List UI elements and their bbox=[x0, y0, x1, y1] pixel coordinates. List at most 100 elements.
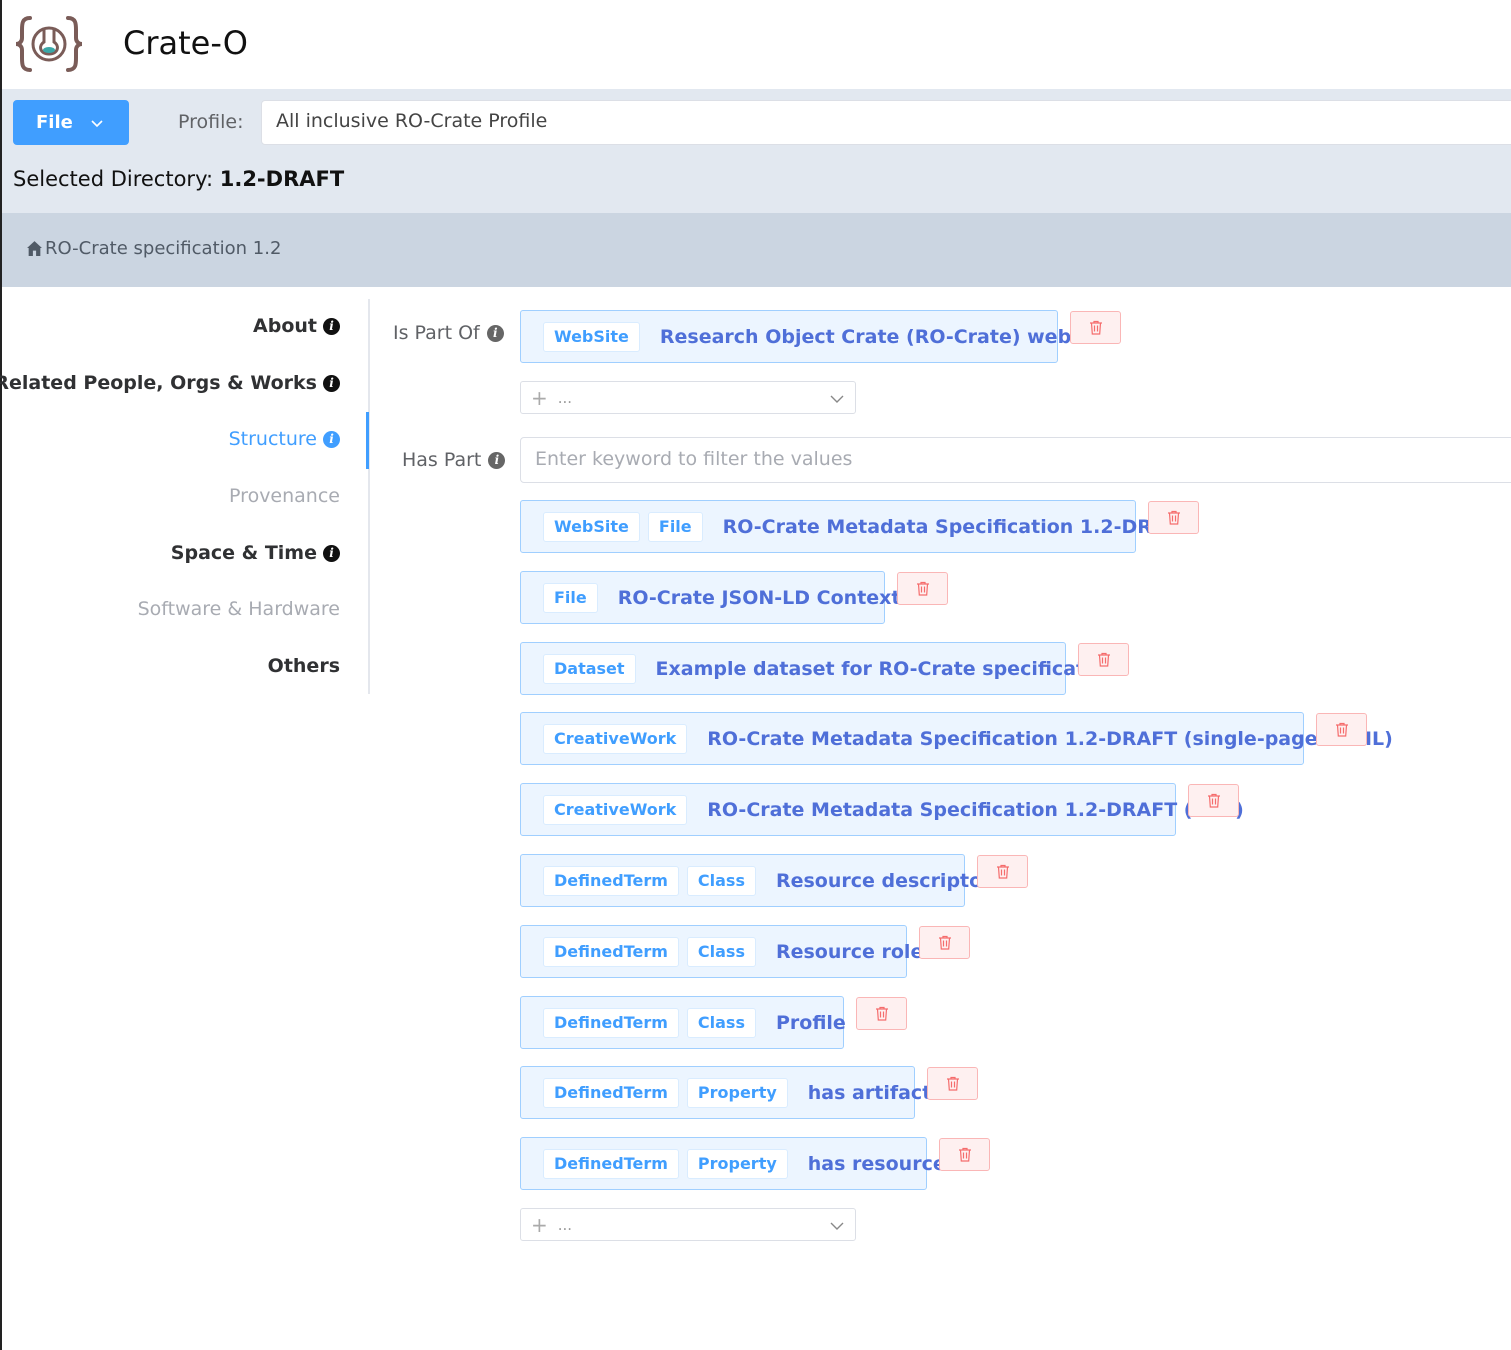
trash-icon bbox=[875, 1006, 888, 1021]
sidebar-item-label: Provenance bbox=[229, 485, 340, 507]
trash-icon bbox=[996, 864, 1009, 879]
has-part-entity[interactable]: DefinedTerm Property has artifact bbox=[520, 1066, 931, 1119]
sidebar-item-related-people[interactable]: Related People, Orgs & Works i bbox=[0, 372, 340, 394]
entity-type-tag: CreativeWork bbox=[543, 723, 688, 754]
info-icon[interactable]: i bbox=[486, 324, 504, 342]
home-icon bbox=[27, 241, 42, 256]
has-part-entity[interactable]: DefinedTerm Class Resource role bbox=[520, 925, 923, 978]
profile-select[interactable]: All inclusive RO-Crate Profile bbox=[261, 100, 1511, 145]
info-icon[interactable]: i bbox=[323, 374, 340, 392]
entity-type-tag: DefinedTerm bbox=[543, 1007, 679, 1038]
delete-button[interactable] bbox=[1070, 311, 1121, 344]
has-part-entity[interactable]: DefinedTerm Property has resource bbox=[520, 1137, 946, 1190]
has-part-entity[interactable]: DefinedTerm Class Profile bbox=[520, 996, 846, 1049]
trash-icon bbox=[1207, 793, 1220, 808]
entity-name: Profile bbox=[775, 1011, 846, 1034]
entity-type-tag: DefinedTerm bbox=[543, 865, 679, 896]
delete-button[interactable] bbox=[939, 1138, 990, 1171]
trash-icon bbox=[1335, 722, 1348, 737]
selected-directory: Selected Directory: 1.2-DRAFT bbox=[13, 167, 344, 191]
file-menu-button[interactable]: File bbox=[13, 100, 129, 145]
has-part-entity[interactable]: DefinedTerm Class Resource descriptor bbox=[520, 854, 992, 907]
breadcrumb-item-root[interactable]: RO-Crate specification 1.2 bbox=[26, 238, 281, 259]
toolbar: File Profile: All inclusive RO-Crate Pro… bbox=[2, 89, 1511, 213]
breadcrumb: RO-Crate specification 1.2 bbox=[2, 213, 1511, 287]
has-part-entity[interactable]: CreativeWork RO-Crate Metadata Specificat… bbox=[520, 712, 1393, 765]
info-icon[interactable]: i bbox=[323, 317, 340, 335]
entity-name: has resource bbox=[807, 1152, 946, 1175]
entity-name: Resource role bbox=[775, 940, 924, 963]
entity-name: Example dataset for RO-Crate specificati… bbox=[655, 657, 1119, 680]
is-part-of-entity[interactable]: WebSite Research Object Crate (RO-Crate)… bbox=[520, 310, 1111, 363]
selected-directory-value: 1.2-DRAFT bbox=[219, 167, 345, 191]
sidebar-item-provenance[interactable]: Provenance bbox=[229, 485, 340, 507]
has-part-entity[interactable]: CreativeWork RO-Crate Metadata Specificat… bbox=[520, 783, 1244, 836]
profile-label: Profile: bbox=[178, 111, 244, 133]
chevron-down-icon bbox=[91, 119, 103, 127]
trash-icon bbox=[1089, 320, 1102, 335]
has-part-add-select[interactable]: + ... bbox=[520, 1208, 856, 1241]
sidebar-nav: About i Related People, Orgs & Works i Str… bbox=[0, 299, 370, 694]
sidebar-item-label: Structure bbox=[228, 428, 317, 450]
delete-button[interactable] bbox=[856, 997, 907, 1030]
field-label-text: Is Part Of bbox=[393, 322, 480, 344]
entity-type-tag: DefinedTerm bbox=[543, 1148, 679, 1179]
select-placeholder: ... bbox=[557, 388, 573, 407]
has-part-entity[interactable]: WebSite File RO-Crate Metadata Specificati… bbox=[520, 500, 1193, 553]
is-part-of-add-select[interactable]: + ... bbox=[520, 381, 856, 414]
entity-type-tag: Dataset bbox=[543, 653, 636, 684]
has-part-entity[interactable]: File RO-Crate JSON-LD Context bbox=[520, 571, 901, 624]
entity-type-tag: Property bbox=[686, 1148, 788, 1179]
delete-button[interactable] bbox=[1148, 501, 1199, 534]
entity-type-tag: Class bbox=[686, 1007, 756, 1038]
sidebar-item-label: Space & Time bbox=[170, 542, 317, 564]
delete-button[interactable] bbox=[1078, 643, 1129, 676]
sidebar-item-space-time[interactable]: Space & Time i bbox=[171, 542, 340, 564]
entity-type-tag: File bbox=[543, 582, 598, 613]
sidebar-active-indicator bbox=[366, 412, 369, 469]
sidebar-item-structure[interactable]: Structure i bbox=[229, 428, 340, 450]
delete-button[interactable] bbox=[919, 926, 970, 959]
plus-icon: + bbox=[531, 385, 548, 410]
selected-directory-label: Selected Directory: bbox=[13, 167, 214, 191]
delete-button[interactable] bbox=[927, 1067, 978, 1100]
has-part-entity[interactable]: Dataset Example dataset for RO-Crate spec… bbox=[520, 642, 1118, 695]
plus-icon: + bbox=[531, 1212, 548, 1237]
entity-name: RO-Crate Metadata Specification 1.2-DRAF… bbox=[722, 515, 1193, 538]
file-button-label: File bbox=[36, 112, 73, 133]
entity-name: Research Object Crate (RO-Crate) website bbox=[659, 325, 1111, 348]
breadcrumb-label: RO-Crate specification 1.2 bbox=[45, 238, 282, 259]
entity-type-tag: File bbox=[647, 511, 703, 542]
entity-type-tag: CreativeWork bbox=[543, 794, 688, 825]
has-part-label: Has Part i bbox=[402, 449, 506, 471]
delete-button[interactable] bbox=[977, 855, 1028, 888]
delete-button[interactable] bbox=[1188, 784, 1239, 817]
sidebar-item-about[interactable]: About i bbox=[253, 315, 340, 337]
entity-type-tag: Class bbox=[686, 865, 756, 896]
chevron-down-icon bbox=[830, 1222, 844, 1230]
has-part-filter-input[interactable]: Enter keyword to filter the values bbox=[520, 437, 1511, 483]
entity-type-tag: Property bbox=[686, 1077, 788, 1108]
info-icon[interactable]: i bbox=[323, 430, 340, 448]
app-title: Crate-O bbox=[123, 24, 248, 62]
select-placeholder: ... bbox=[557, 1215, 573, 1234]
trash-icon bbox=[938, 935, 951, 950]
sidebar-item-software-hardware[interactable]: Software & Hardware bbox=[138, 598, 340, 620]
entity-type-tag: WebSite bbox=[543, 511, 640, 542]
entity-type-tag: Class bbox=[686, 936, 756, 967]
entity-name: RO-Crate JSON-LD Context bbox=[617, 586, 901, 609]
entity-name: RO-Crate Metadata Specification 1.2-DRAF… bbox=[707, 798, 1244, 821]
delete-button[interactable] bbox=[897, 572, 948, 605]
sidebar-item-others[interactable]: Others bbox=[268, 655, 340, 677]
field-label-text: Has Part bbox=[402, 449, 482, 471]
trash-icon bbox=[958, 1147, 971, 1162]
trash-icon bbox=[1167, 510, 1180, 525]
info-icon[interactable]: i bbox=[488, 451, 506, 469]
info-icon[interactable]: i bbox=[323, 544, 340, 562]
entity-type-tag: DefinedTerm bbox=[543, 936, 679, 967]
delete-button[interactable] bbox=[1316, 713, 1367, 746]
chevron-down-icon bbox=[830, 395, 844, 403]
sidebar-item-label: Others bbox=[267, 655, 340, 677]
trash-icon bbox=[946, 1076, 959, 1091]
entity-type-tag: WebSite bbox=[543, 321, 640, 352]
